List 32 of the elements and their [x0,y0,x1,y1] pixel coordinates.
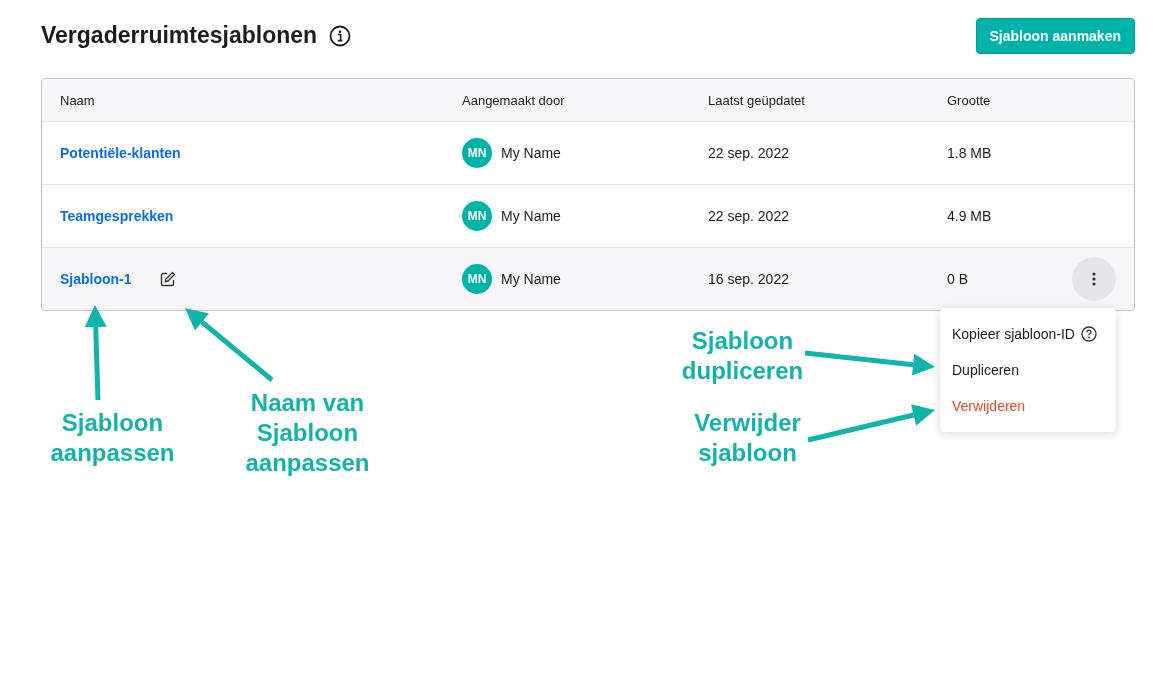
file-size: 0 B [947,271,968,287]
column-header: Aangemaakt door [462,92,566,108]
annotation-label: Sjabloon aanpassen [49,408,176,468]
creator-name: My Name [501,208,561,224]
updated-date: 22 sep. 2022 [708,208,790,224]
edit-icon[interactable] [159,271,176,287]
column-header: Grootte [947,92,992,108]
info-icon[interactable] [329,24,352,47]
template-name-link[interactable]: Teamgesprekken [60,208,174,224]
annotation-label: Naam van Sjabloon aanpassen [244,388,371,478]
page-title: Vergaderruimtesjablonen [41,22,318,49]
annotation-label: Verwijder sjabloon [693,408,802,468]
file-size: 4.9 MB [947,208,992,224]
file-size: 1.8 MB [947,145,992,161]
avatar: MN [462,264,492,294]
creator-name: My Name [501,145,561,161]
creator-name: My Name [501,271,561,287]
avatar: MN [462,138,492,168]
annotation-label: Sjabloon dupliceren [680,326,805,386]
updated-date: 22 sep. 2022 [708,145,790,161]
table-row[interactable]: Sjabloon-1 MN My Name 16 sep. 2022 0 B [42,248,1134,310]
template-name-link[interactable]: Potentiële-klanten [60,145,181,161]
menu-item[interactable]: Verwijderen [940,388,1116,424]
column-header: Naam [60,92,96,108]
updated-date: 16 sep. 2022 [708,271,790,287]
menu-item[interactable]: Kopieer sjabloon-ID [940,316,1116,352]
help-icon [1080,326,1097,342]
menu-item[interactable]: Dupliceren [940,352,1116,388]
template-name-link[interactable]: Sjabloon-1 [60,271,132,287]
more-vertical-icon [1092,272,1096,286]
column-header: Laatst geüpdatet [708,92,806,108]
avatar: MN [462,201,492,231]
